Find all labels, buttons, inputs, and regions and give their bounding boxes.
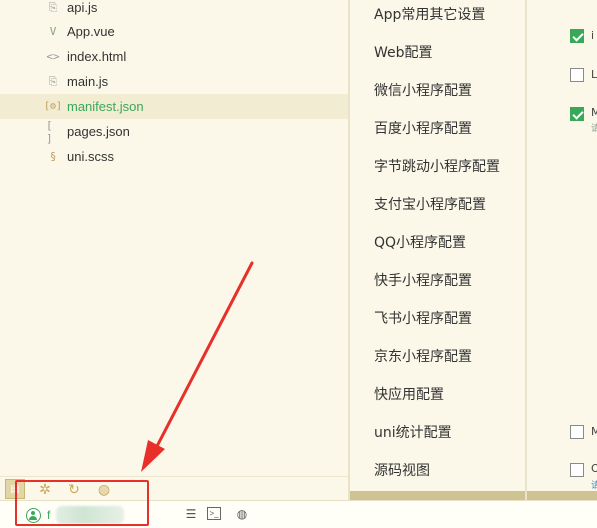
options-scrollbar[interactable]: [527, 491, 597, 500]
nav-item-feishu[interactable]: 飞书小程序配置: [374, 308, 472, 328]
file-item[interactable]: ⎘ api.js: [0, 0, 348, 20]
option-label: i: [591, 29, 595, 42]
nav-item-weixin[interactable]: 微信小程序配置: [374, 80, 472, 100]
html-file-icon: <>: [46, 50, 60, 63]
option-label: M: [591, 106, 597, 119]
file-label: api.js: [67, 0, 98, 15]
file-explorer: ⎘ api.js V App.vue <> index.html ⎘ main.…: [0, 0, 348, 476]
nav-item-source-view[interactable]: 源码视图: [374, 460, 430, 480]
nav-scrollbar[interactable]: [350, 491, 526, 500]
option-checkbox[interactable]: [570, 107, 584, 121]
terminal-icon[interactable]: >_: [207, 507, 221, 520]
file-item[interactable]: § uni.scss: [0, 144, 348, 169]
file-label: pages.json: [67, 124, 130, 139]
nav-item-baidu[interactable]: 百度小程序配置: [374, 118, 472, 138]
js-file-icon: ⎘: [48, 0, 58, 14]
option-link[interactable]: 请: [591, 478, 597, 491]
file-label: manifest.json: [67, 99, 144, 114]
vue-file-icon: V: [49, 25, 57, 38]
option-checkbox[interactable]: [570, 425, 584, 439]
file-item-selected[interactable]: [⚙] manifest.json: [0, 94, 348, 119]
file-item[interactable]: <> index.html: [0, 44, 348, 69]
option-checkbox[interactable]: [570, 68, 584, 82]
option-checkbox[interactable]: [570, 463, 584, 477]
option-label: L: [591, 68, 597, 81]
file-item[interactable]: [ ] pages.json: [0, 118, 348, 145]
nav-item-quickapp[interactable]: 快应用配置: [374, 384, 444, 404]
options-panel: i L M 请 M O 请: [527, 0, 597, 500]
manifest-settings-nav: App常用其它设置 Web配置 微信小程序配置 百度小程序配置 字节跳动小程序配…: [350, 0, 526, 500]
nav-item-qq[interactable]: QQ小程序配置: [374, 232, 466, 252]
nav-item-jd[interactable]: 京东小程序配置: [374, 346, 472, 366]
nav-item-uni-stat[interactable]: uni统计配置: [374, 422, 452, 442]
option-checkbox[interactable]: [570, 29, 584, 43]
json-file-icon: [⚙]: [43, 101, 63, 112]
option-sublabel: 请: [591, 123, 597, 133]
nav-item-app-other[interactable]: App常用其它设置: [374, 4, 485, 24]
nav-item-web[interactable]: Web配置: [374, 42, 433, 62]
list-icon[interactable]: ☰: [182, 505, 200, 523]
nav-item-alipay[interactable]: 支付宝小程序配置: [374, 194, 486, 214]
file-label: main.js: [67, 74, 109, 89]
option-label: O: [591, 462, 597, 475]
js-file-icon: ⎘: [48, 74, 58, 88]
nav-item-kuaishou[interactable]: 快手小程序配置: [374, 270, 472, 290]
globe-icon[interactable]: ◍: [233, 505, 251, 523]
option-label: M: [591, 425, 597, 438]
file-item[interactable]: V App.vue: [0, 19, 348, 44]
annotation-highlight-box: [15, 480, 149, 526]
scss-file-icon: §: [49, 150, 57, 163]
file-label: uni.scss: [67, 149, 114, 164]
file-label: index.html: [67, 49, 127, 64]
nav-item-toutiao[interactable]: 字节跳动小程序配置: [374, 156, 500, 176]
file-item[interactable]: ⎘ main.js: [0, 69, 348, 94]
json-file-icon: [ ]: [46, 118, 53, 145]
file-label: App.vue: [67, 24, 115, 39]
